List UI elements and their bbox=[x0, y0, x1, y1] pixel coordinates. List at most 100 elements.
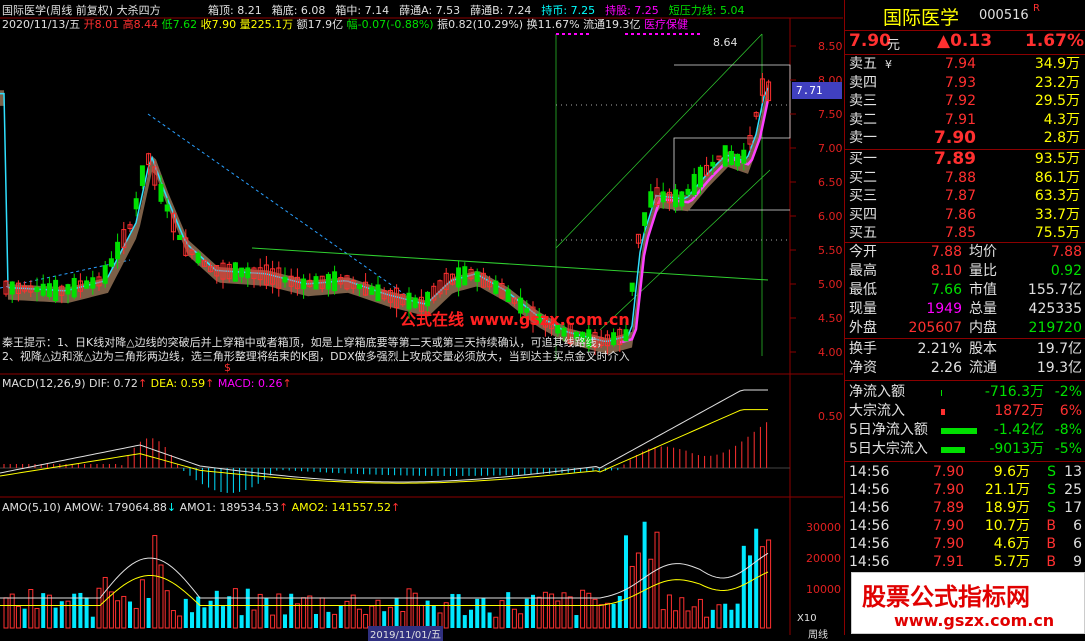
header-high: 高8.44 bbox=[122, 18, 159, 31]
stat-value: 8.10 bbox=[930, 263, 962, 279]
amo-bar bbox=[710, 609, 715, 628]
tick-price: 7.90 bbox=[933, 536, 965, 552]
peak-label: 8.64 bbox=[713, 36, 738, 49]
amo-bar bbox=[679, 597, 685, 629]
candle-body bbox=[697, 166, 703, 188]
flow-row-4: 5日大宗流入 -9013万 -5% bbox=[845, 440, 1085, 459]
amo-bar bbox=[301, 597, 307, 629]
amo-bar bbox=[289, 593, 294, 628]
amo-bar bbox=[642, 521, 647, 628]
tick-time: 14:56 bbox=[849, 536, 890, 552]
candle-body bbox=[71, 277, 77, 298]
ask-volume: 34.9万 bbox=[1034, 56, 1080, 72]
flow-pct: -5% bbox=[1054, 441, 1082, 457]
candle-body bbox=[177, 234, 183, 241]
candle-body bbox=[356, 284, 362, 289]
flow-pct: -8% bbox=[1054, 422, 1082, 438]
header-sector[interactable]: 医疗保健 bbox=[644, 18, 688, 31]
bid-volume: 86.1万 bbox=[1034, 169, 1080, 186]
amo-bar bbox=[531, 594, 535, 628]
amo-bar bbox=[716, 604, 722, 629]
header-low: 低7.62 bbox=[161, 18, 198, 31]
amo-bar bbox=[158, 564, 164, 629]
amo-bar bbox=[53, 607, 58, 628]
bid-row-4: 买四 7.86 33.7万 bbox=[845, 206, 1085, 225]
bid-label: 买二 bbox=[849, 169, 877, 186]
candle-body bbox=[115, 241, 121, 260]
amo-bar bbox=[283, 614, 287, 628]
macd-label[interactable]: MACD(12,26,9) bbox=[2, 377, 86, 390]
ad-banner[interactable]: 股票公式指标网 www.gszx.com.cn bbox=[851, 572, 1085, 634]
amo-bar bbox=[723, 603, 728, 628]
tick-count: 6 bbox=[1073, 536, 1082, 552]
tick-row: 14:56 7.90 4.6万 B 6 bbox=[845, 535, 1085, 554]
candle-body bbox=[282, 276, 288, 283]
y-tick-label: 5.50 bbox=[818, 244, 843, 257]
flow-value: 1872万 bbox=[994, 403, 1044, 419]
stat-value: 425335 bbox=[1028, 301, 1082, 317]
candle-body bbox=[332, 271, 338, 292]
candle-body bbox=[195, 252, 201, 264]
amo-bar bbox=[660, 609, 666, 629]
y-tick-label: 7.00 bbox=[818, 142, 843, 155]
amo-bar bbox=[239, 615, 244, 628]
amo-bar bbox=[22, 608, 27, 628]
candle-body bbox=[164, 204, 170, 212]
tick-side: B bbox=[1046, 518, 1056, 534]
amo-bar bbox=[580, 589, 586, 629]
amo-bar bbox=[28, 589, 34, 629]
flow-label: 5日净流入额 bbox=[849, 422, 928, 438]
amo-bar bbox=[418, 604, 424, 629]
candle-body bbox=[735, 153, 741, 167]
margin-badge: R bbox=[1033, 3, 1040, 14]
bid-row-3: 买三 7.87 63.3万 bbox=[845, 187, 1085, 206]
amo-bar bbox=[735, 603, 740, 628]
amo-bar bbox=[604, 602, 610, 629]
amo-y-tick-label: 10000 bbox=[806, 583, 841, 596]
amo-label[interactable]: AMO(5,10) bbox=[2, 501, 61, 514]
amo-bar bbox=[598, 604, 604, 629]
amo-bar bbox=[611, 603, 616, 628]
amo-bar bbox=[108, 591, 114, 629]
amo-bar bbox=[208, 600, 213, 628]
y-tick-label: 6.50 bbox=[818, 176, 843, 189]
amo-bar bbox=[369, 605, 375, 629]
ask-label: 卖四 bbox=[849, 74, 877, 91]
amo-bar bbox=[190, 612, 194, 628]
amo-bar bbox=[475, 598, 480, 628]
tick-volume: 9.6万 bbox=[993, 464, 1030, 480]
bottom-date: 2019/11/01/五 bbox=[368, 626, 444, 641]
ask-row-5: 卖一 7.90 2.8万 bbox=[845, 129, 1085, 148]
ask-price: 7.92 bbox=[944, 93, 976, 110]
amo-bar bbox=[177, 615, 183, 629]
tick-time: 14:56 bbox=[849, 482, 890, 498]
candle-body bbox=[46, 283, 52, 297]
amo-bar bbox=[15, 605, 21, 629]
amo-bar bbox=[221, 606, 225, 628]
amo-bar bbox=[121, 595, 127, 629]
amo-bar bbox=[214, 590, 219, 628]
amo-bar bbox=[450, 593, 455, 628]
amo-amow: AMOW: 179064.88 bbox=[64, 501, 167, 514]
amo-bar bbox=[574, 615, 579, 628]
amo-bar bbox=[685, 610, 691, 629]
stat-label: 外盘 bbox=[849, 320, 877, 336]
stat-value: 219720 bbox=[1028, 320, 1082, 336]
candle-body bbox=[158, 183, 164, 202]
candle-body bbox=[34, 286, 40, 293]
stat-value: 19.3亿 bbox=[1036, 360, 1082, 376]
chart-area[interactable]: 8.50 8.00 7.50 7.00 6.50 6.00 5.50 5.00 4.50 4.00… bbox=[0, 0, 843, 641]
amo-bar bbox=[691, 606, 697, 629]
amo-bar bbox=[394, 598, 399, 628]
ask-row-4: 卖二 7.91 4.3万 bbox=[845, 111, 1085, 130]
stat-label: 流通 bbox=[969, 360, 997, 376]
amo-bar bbox=[592, 598, 598, 629]
candle-body bbox=[239, 267, 245, 278]
tick-count: 9 bbox=[1073, 554, 1082, 570]
stock-code: 000516 bbox=[979, 8, 1029, 23]
tick-volume: 5.7万 bbox=[993, 554, 1030, 570]
amo-bar bbox=[375, 599, 381, 629]
weekly-label[interactable]: 周线 bbox=[808, 626, 828, 641]
bid-price: 7.87 bbox=[944, 188, 976, 205]
tick-row: 14:56 7.89 18.9万 S 17 bbox=[845, 499, 1085, 518]
